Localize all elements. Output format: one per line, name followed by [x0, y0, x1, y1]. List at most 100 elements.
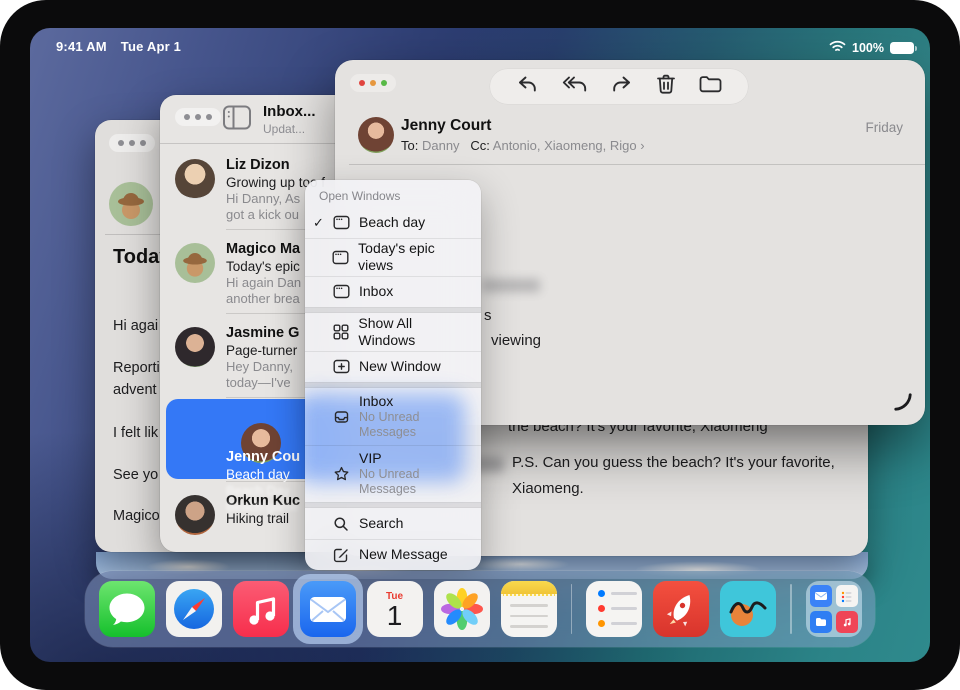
- mail-icon: [300, 581, 356, 637]
- checkmark-icon: ✓: [313, 215, 330, 231]
- body-fragment: viewing: [491, 332, 541, 349]
- dock-app-calendar[interactable]: Tue 1: [367, 581, 423, 637]
- photos-icon: [434, 581, 490, 637]
- mini-mail-icon: [810, 585, 832, 607]
- dock-app-scribble[interactable]: [720, 581, 776, 637]
- dock-app-messages[interactable]: [99, 581, 155, 637]
- menu-item-new-window[interactable]: New Window: [305, 351, 481, 382]
- menu-item-label: New Window: [359, 358, 441, 375]
- menu-item-label: Beach day: [359, 214, 425, 231]
- dock-divider: [571, 584, 573, 634]
- dock-app-notes[interactable]: [501, 581, 557, 637]
- app-library-icon: [806, 581, 862, 637]
- reply-all-icon[interactable]: [561, 73, 588, 101]
- window-icon: [331, 215, 351, 230]
- mailbox-title: Inbox...: [263, 103, 316, 120]
- avatar-jasmine: [175, 327, 215, 367]
- menu-item-show-all-windows[interactable]: Show All Windows: [305, 313, 481, 351]
- music-icon: [233, 581, 289, 637]
- battery-percent: 100%: [852, 41, 884, 55]
- rocket-icon: [653, 581, 709, 637]
- forward-icon[interactable]: [609, 73, 634, 101]
- body-line: I felt lik: [113, 425, 158, 441]
- menu-item-label: Inbox: [359, 393, 465, 410]
- avatar-magico: [175, 243, 215, 283]
- grid-icon: [331, 324, 351, 340]
- mailbox-status: Updat...: [263, 122, 305, 136]
- resize-handle-icon[interactable]: [891, 390, 915, 419]
- menu-item-vip-mailbox[interactable]: VIP No Unread Messages: [305, 445, 481, 502]
- window-controls-icon[interactable]: [350, 74, 396, 92]
- scribble-icon: [720, 581, 776, 637]
- menu-item-label: Search: [359, 515, 403, 532]
- avatar-orkun: [175, 495, 215, 535]
- star-icon: [331, 466, 351, 482]
- menu-item-search[interactable]: Search: [305, 508, 481, 539]
- screen-wallpaper: 9:41 AM Tue Apr 1 100%: [30, 28, 930, 662]
- dock-app-mail[interactable]: [300, 581, 356, 637]
- open-windows-context-menu: Open Windows ✓ Beach day: [305, 180, 481, 570]
- notes-icon: [501, 581, 557, 637]
- compose-icon: [331, 547, 351, 563]
- calendar-icon: Tue 1: [367, 581, 423, 637]
- battery-icon: [890, 42, 914, 54]
- dock-app-photos[interactable]: [434, 581, 490, 637]
- menu-item-beach-day[interactable]: ✓ Beach day: [305, 207, 481, 238]
- sidebar-toggle-icon[interactable]: [222, 104, 252, 136]
- body-line: P.S. Can you guess the beach? It's your …: [512, 454, 835, 471]
- chevron-right-icon[interactable]: ›: [640, 138, 644, 153]
- inbox-tray-icon: [331, 409, 351, 425]
- dock-app-music[interactable]: [233, 581, 289, 637]
- plus-window-icon: [331, 359, 351, 374]
- body-fragment: s: [484, 307, 492, 324]
- folder-icon[interactable]: [698, 73, 723, 100]
- safari-icon: [166, 581, 222, 637]
- body-line: Magico: [113, 508, 160, 524]
- avatar-liz: [175, 159, 215, 199]
- avatar-magico: [109, 182, 153, 226]
- mini-music-icon: [836, 611, 858, 633]
- dock-divider: [790, 584, 792, 634]
- body-line: Hi agai: [113, 318, 158, 334]
- menu-item-inbox-window[interactable]: Inbox: [305, 276, 481, 307]
- window-icon: [331, 250, 351, 265]
- avatar-jenny[interactable]: [358, 117, 394, 153]
- window-controls-icon[interactable]: [175, 108, 221, 126]
- menu-item-label: Inbox: [359, 283, 393, 300]
- menu-item-inbox-mailbox[interactable]: Inbox No Unread Messages: [305, 388, 481, 445]
- status-time: 9:41 AM: [56, 39, 107, 54]
- dock-app-reminders[interactable]: [586, 581, 642, 637]
- menu-item-new-message[interactable]: New Message: [305, 539, 481, 570]
- divider: [349, 164, 925, 165]
- calendar-day: 1: [387, 602, 403, 630]
- messages-icon: [99, 581, 155, 637]
- dock-app-library[interactable]: [806, 581, 862, 637]
- body-line: See yo: [113, 467, 158, 483]
- window-controls-icon[interactable]: [109, 134, 155, 152]
- to-label: To:: [401, 138, 418, 153]
- wifi-icon: [829, 40, 846, 56]
- reminders-icon: [586, 581, 642, 637]
- recipients-line[interactable]: To: Danny Cc: Antonio, Xiaomeng, Rigo ›: [401, 138, 645, 153]
- menu-item-label: Show All Windows: [358, 315, 471, 349]
- reply-icon[interactable]: [515, 73, 540, 101]
- dock-app-rocket[interactable]: [653, 581, 709, 637]
- search-icon: [331, 516, 351, 532]
- blurred-text: [482, 279, 540, 292]
- menu-item-label: VIP: [359, 450, 465, 467]
- trash-icon[interactable]: [655, 72, 677, 101]
- menu-item-subtitle: No Unread Messages: [359, 467, 465, 497]
- message-date: Friday: [865, 120, 903, 135]
- body-line: Xiaomeng.: [512, 480, 584, 497]
- menu-item-todays-epic-views[interactable]: Today's epic views: [305, 238, 481, 276]
- body-line: advent: [113, 382, 157, 398]
- sender-name: Jenny Court: [401, 117, 491, 135]
- menu-item-subtitle: No Unread Messages: [359, 410, 465, 440]
- to-value: Danny: [422, 138, 460, 153]
- cc-value: Antonio, Xiaomeng, Rigo: [493, 138, 637, 153]
- menu-item-label: New Message: [359, 546, 448, 563]
- status-date: Tue Apr 1: [121, 39, 181, 54]
- dock: Tue 1: [85, 571, 875, 647]
- window-icon: [331, 284, 351, 299]
- dock-app-safari[interactable]: [166, 581, 222, 637]
